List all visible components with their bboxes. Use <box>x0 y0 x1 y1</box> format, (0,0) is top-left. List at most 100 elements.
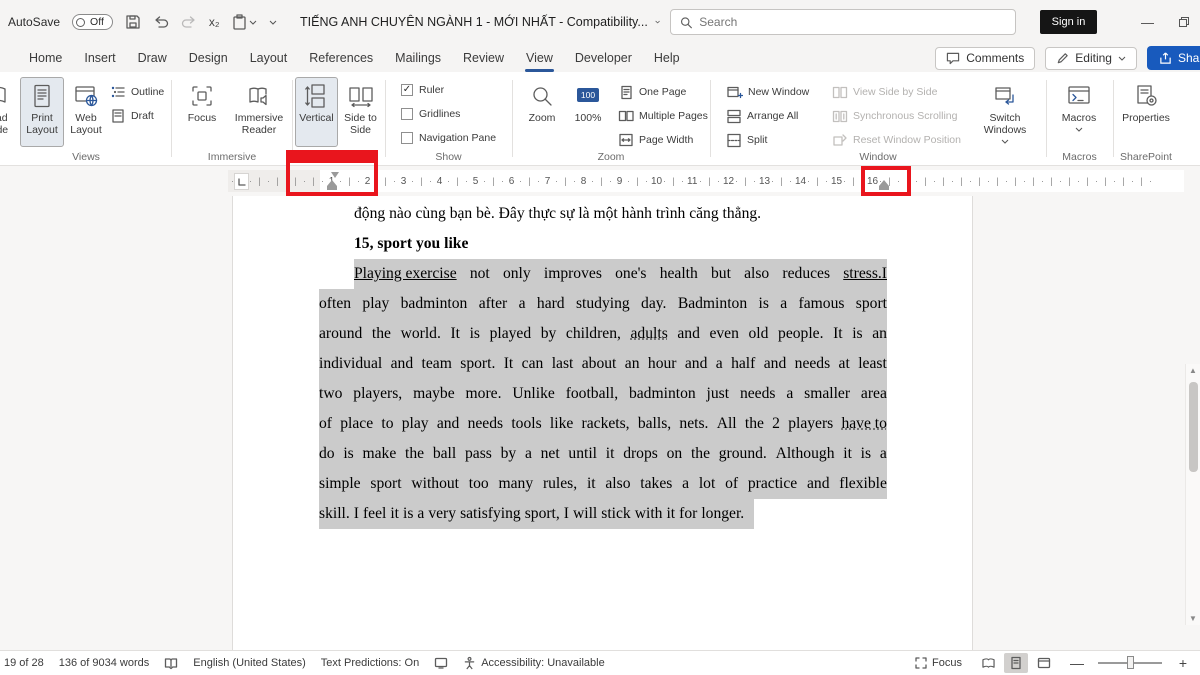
tab-insert[interactable]: Insert <box>73 44 126 72</box>
tab-help[interactable]: Help <box>643 44 691 72</box>
selected-text-line[interactable]: Playing exercisenotonlyimprovesone'sheal… <box>354 259 887 289</box>
one-page-button[interactable]: One Page <box>618 82 686 102</box>
switch-windows-button[interactable]: Switch Windows <box>976 77 1034 147</box>
immersive-reader-button[interactable]: Immersive Reader <box>230 77 288 147</box>
scroll-down-arrow[interactable]: ▼ <box>1189 614 1197 623</box>
undo-button[interactable] <box>153 14 169 30</box>
selected-text-line[interactable]: individualandteamsport.Itcanlastaboutanh… <box>319 349 887 379</box>
zoom-slider[interactable] <box>1098 662 1162 664</box>
tab-mailings[interactable]: Mailings <box>384 44 452 72</box>
zoom-out-button[interactable]: — <box>1070 655 1084 671</box>
navigation-pane-checkbox-row[interactable]: Navigation Pane <box>401 132 496 144</box>
outline-button[interactable]: Outline <box>110 82 164 102</box>
read-mode-button[interactable]: Read Mode <box>0 77 20 147</box>
selected-text-line[interactable]: simplesportwithouttoomanyrules,italsotak… <box>319 469 887 499</box>
tab-design[interactable]: Design <box>178 44 239 72</box>
side-to-side-button[interactable]: Side to Side <box>339 77 382 147</box>
subscript-button[interactable]: x₂ <box>209 15 220 29</box>
word-count[interactable]: 136 of 9034 words <box>59 657 150 669</box>
focus-mode-button[interactable]: Focus <box>915 657 962 669</box>
save-button[interactable] <box>125 14 141 30</box>
reset-window-position-button[interactable]: Reset Window Position <box>832 130 961 150</box>
view-side-by-side-button[interactable]: View Side by Side <box>832 82 937 102</box>
ribbon-tabs: HomeInsertDrawDesignLayoutReferencesMail… <box>0 44 691 72</box>
share-button[interactable]: Share <box>1147 46 1200 70</box>
navigation-pane-checkbox[interactable] <box>401 132 413 144</box>
search-box[interactable] <box>670 9 1016 35</box>
selected-text-line[interactable]: doismaketheballpassbyanetuntilitdropsont… <box>319 439 887 469</box>
tab-stop-icon <box>237 177 247 187</box>
search-input[interactable] <box>699 15 1006 29</box>
properties-icon <box>1133 83 1159 109</box>
document-page[interactable]: động nào cùng bạn bè. Đây thực sự là một… <box>232 196 973 650</box>
new-window-button[interactable]: New Window <box>726 82 809 102</box>
tab-layout[interactable]: Layout <box>239 44 299 72</box>
page-indicator[interactable]: 19 of 28 <box>4 657 44 669</box>
web-layout-button[interactable]: Web Layout <box>64 77 108 147</box>
read-mode-view-button[interactable] <box>976 653 1000 673</box>
show-group: ✓ Ruler Gridlines Navigation Pane Show <box>385 72 512 165</box>
selected-text-line[interactable]: aroundtheworld.Itisplayedbychildren,adul… <box>319 319 887 349</box>
multiple-pages-button[interactable]: Multiple Pages <box>618 106 708 126</box>
editing-mode-button[interactable]: Editing <box>1045 47 1137 70</box>
paste-button[interactable] <box>232 14 257 30</box>
zoom-button[interactable]: Zoom <box>520 77 564 147</box>
arrange-all-button[interactable]: Arrange All <box>726 106 798 126</box>
vertical-button[interactable]: Vertical <box>295 77 338 147</box>
document-title[interactable]: TIẾNG ANH CHUYÊN NGÀNH 1 - MỚI NHẤT - Co… <box>300 0 660 44</box>
immersive-reader-label: Immersive Reader <box>231 112 287 136</box>
sign-in-button[interactable]: Sign in <box>1040 10 1097 34</box>
synchronous-scrolling-icon <box>832 109 848 124</box>
print-layout-button[interactable]: Print Layout <box>20 77 64 147</box>
selected-text-line[interactable]: ofplacetoplayandneedstoolslikerackets,ba… <box>319 409 887 439</box>
ruler-checkbox-row[interactable]: ✓ Ruler <box>401 84 444 96</box>
tab-selector[interactable] <box>234 173 249 190</box>
autosave-toggle[interactable]: Off <box>72 14 113 30</box>
selected-text-line[interactable]: twoplayers,maybemore.Unlikefootball,badm… <box>319 379 887 409</box>
vertical-scrollbar[interactable]: ▲ ▼ <box>1185 364 1200 625</box>
tab-home[interactable]: Home <box>18 44 73 72</box>
focus-mode-icon <box>915 657 927 669</box>
selected-paragraph[interactable]: Playing exercisenotonlyimprovesone'sheal… <box>319 259 887 529</box>
qat-more-chevron-icon[interactable] <box>269 20 277 25</box>
display-settings-button[interactable] <box>434 657 448 669</box>
draft-button[interactable]: Draft <box>110 106 154 126</box>
title-chevron-icon <box>655 19 660 25</box>
focus-button[interactable]: Focus <box>178 77 226 147</box>
redo-button[interactable] <box>181 14 197 30</box>
comments-button[interactable]: Comments <box>935 47 1035 70</box>
macros-button[interactable]: Macros <box>1054 77 1104 147</box>
proofing-errors-button[interactable] <box>164 657 178 670</box>
print-layout-icon <box>29 83 55 109</box>
selected-text-line[interactable]: oftenplaybadmintonafterahardstudyingday.… <box>319 289 887 319</box>
zoom-in-button[interactable]: + <box>1176 655 1190 671</box>
accessibility-indicator[interactable]: Accessibility: Unavailable <box>463 656 605 670</box>
sharepoint-group: Properties SharePoint <box>1113 72 1179 165</box>
web-layout-view-button[interactable] <box>1032 653 1056 673</box>
split-icon <box>726 133 742 148</box>
ruler-checkbox-checked[interactable]: ✓ <box>401 84 413 96</box>
restore-window-button[interactable] <box>1178 16 1190 28</box>
text-predictions-indicator[interactable]: Text Predictions: On <box>321 657 419 669</box>
scrollbar-thumb[interactable] <box>1189 382 1198 472</box>
split-button[interactable]: Split <box>726 130 767 150</box>
tab-review[interactable]: Review <box>452 44 515 72</box>
gridlines-checkbox-row[interactable]: Gridlines <box>401 108 460 120</box>
print-layout-view-button[interactable] <box>1004 653 1028 673</box>
tab-developer[interactable]: Developer <box>564 44 643 72</box>
tab-draw[interactable]: Draw <box>127 44 178 72</box>
properties-button[interactable]: Properties <box>1117 77 1175 147</box>
synchronous-scrolling-button[interactable]: Synchronous Scrolling <box>832 106 957 126</box>
tab-view[interactable]: View <box>515 44 564 72</box>
language-indicator[interactable]: English (United States) <box>193 657 306 669</box>
selected-text-line[interactable]: skill.Ifeelitisaverysatisfyingsport,Iwil… <box>319 499 754 529</box>
zoom-100-button[interactable]: 100 100% <box>566 77 610 147</box>
gridlines-checkbox[interactable] <box>401 108 413 120</box>
page-width-button[interactable]: Page Width <box>618 130 693 150</box>
zoom-slider-handle[interactable] <box>1127 656 1134 669</box>
scroll-up-arrow[interactable]: ▲ <box>1189 366 1197 375</box>
paragraph-line[interactable]: động nào cùng bạn bè. Đây thực sự là một… <box>354 199 887 229</box>
tab-references[interactable]: References <box>298 44 384 72</box>
minimize-button[interactable]: — <box>1141 15 1154 30</box>
heading-line[interactable]: 15, sport you like <box>354 229 887 259</box>
